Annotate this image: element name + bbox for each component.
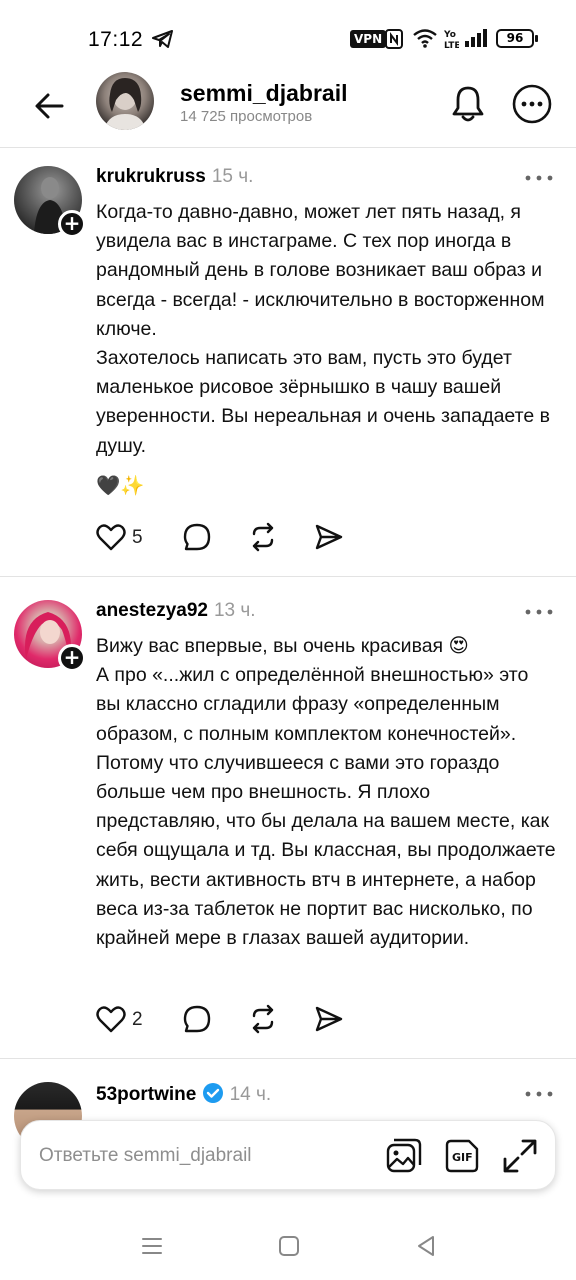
wifi-icon xyxy=(413,29,437,48)
comment-username[interactable]: anestezya92 xyxy=(96,600,208,621)
comment-more-icon[interactable] xyxy=(522,602,556,622)
repost-icon[interactable] xyxy=(248,522,278,552)
avatar-photo xyxy=(104,78,146,130)
bell-icon[interactable] xyxy=(446,82,490,126)
comment-divider xyxy=(0,1058,576,1059)
back-nav-icon[interactable] xyxy=(412,1232,440,1260)
comment-time: 15 ч. xyxy=(211,166,254,187)
expand-icon[interactable] xyxy=(501,1137,539,1175)
comment-text: Когда-то давно-давно, может лет пять наз… xyxy=(96,201,550,457)
status-bar: 17:12 VPN Yo LTE 96 xyxy=(0,0,576,72)
comment-time: 14 ч. xyxy=(229,1084,272,1105)
comment-actions: 2 xyxy=(96,1004,376,1036)
battery-icon: 96 xyxy=(496,29,538,48)
header-avatar[interactable] xyxy=(96,72,154,130)
status-time: 17:12 xyxy=(88,28,144,51)
comment-time: 13 ч. xyxy=(213,600,256,621)
svg-text:Yo: Yo xyxy=(443,30,456,40)
telegram-icon xyxy=(152,30,173,48)
comment-bubble-icon[interactable] xyxy=(182,1004,212,1034)
share-icon[interactable] xyxy=(314,1004,344,1034)
home-nav-icon[interactable] xyxy=(275,1232,303,1260)
like-count: 2 xyxy=(132,1009,143,1030)
gif-icon[interactable]: GIF xyxy=(443,1137,481,1175)
system-nav-bar xyxy=(0,1210,576,1280)
svg-text:LTE: LTE xyxy=(444,41,459,50)
follow-plus-icon[interactable]: + xyxy=(58,210,86,238)
comment: + krukrukruss 15 ч. Когда-то давно-давно,… xyxy=(0,148,576,576)
svg-text:GIF: GIF xyxy=(452,1151,473,1164)
header-username[interactable]: semmi_djabrail xyxy=(180,80,347,107)
heart-icon[interactable] xyxy=(96,1004,126,1034)
verified-badge-icon xyxy=(202,1083,223,1103)
back-arrow-icon[interactable] xyxy=(30,86,70,126)
comment-username[interactable]: 53portwine xyxy=(96,1084,196,1105)
nfc-icon xyxy=(385,29,403,49)
vpn-badge: VPN xyxy=(350,30,387,48)
more-options-icon[interactable] xyxy=(510,82,554,126)
comment-bubble-icon[interactable] xyxy=(182,522,212,552)
reply-input[interactable]: Ответьте semmi_djabrail xyxy=(39,1145,252,1167)
follow-plus-icon[interactable]: + xyxy=(58,644,86,672)
comment-more-icon[interactable] xyxy=(522,1084,556,1104)
comment-text: Вижу вас впервые, вы очень красивая 😍 А … xyxy=(96,635,556,950)
comment-emoji: 🖤✨ xyxy=(96,475,145,497)
header-views: 14 725 просмотров xyxy=(180,108,313,125)
signal-icon xyxy=(465,29,487,47)
gallery-icon[interactable] xyxy=(385,1137,423,1175)
thread-header: semmi_djabrail 14 725 просмотров xyxy=(0,72,576,142)
like-count: 5 xyxy=(132,527,143,548)
comment-username[interactable]: krukrukruss xyxy=(96,166,206,187)
comment-more-icon[interactable] xyxy=(522,168,556,188)
menu-nav-icon[interactable] xyxy=(138,1232,166,1260)
comment-actions: 5 xyxy=(96,522,376,554)
comment: + anestezya92 13 ч. Вижу вас впервые, вы … xyxy=(0,578,576,1058)
repost-icon[interactable] xyxy=(248,1004,278,1034)
comment-divider xyxy=(0,576,576,577)
reply-composer[interactable]: Ответьте semmi_djabrail GIF xyxy=(20,1120,556,1190)
heart-icon[interactable] xyxy=(96,522,126,552)
share-icon[interactable] xyxy=(314,522,344,552)
volte-icon: Yo LTE xyxy=(443,30,459,50)
